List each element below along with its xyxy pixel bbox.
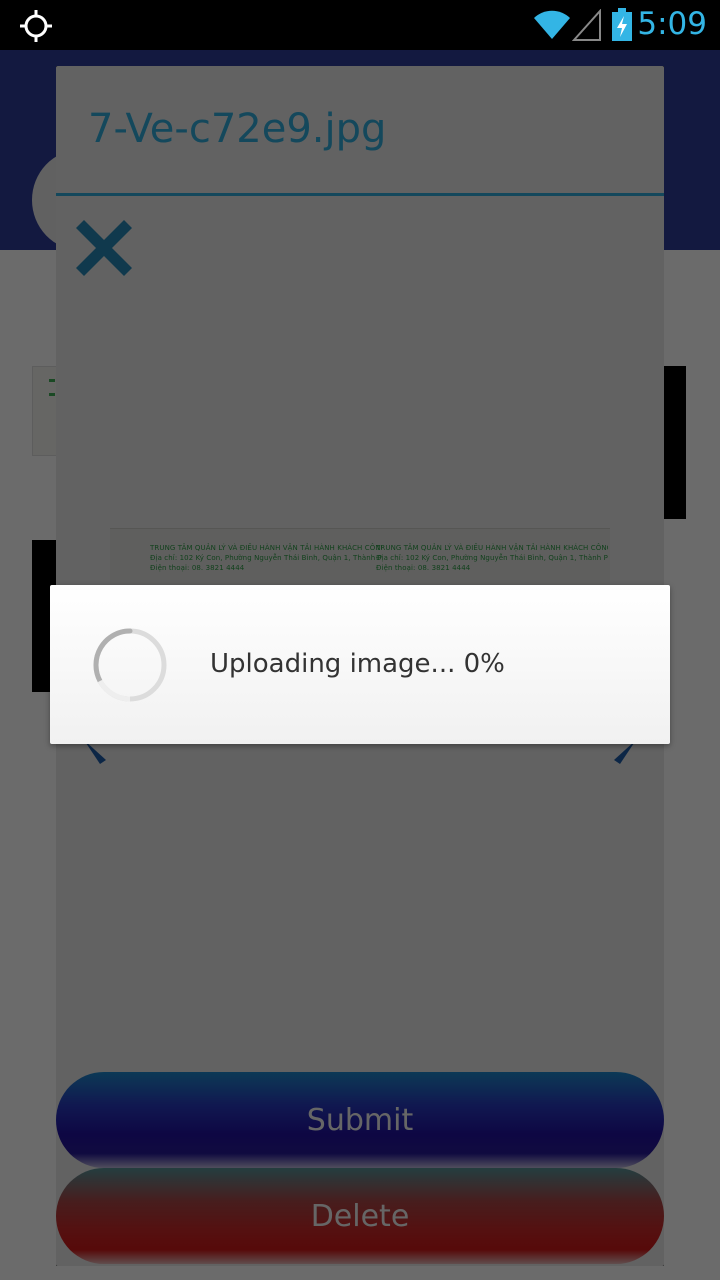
battery-charging-icon <box>612 8 632 41</box>
submit-button[interactable]: Submit <box>56 1072 664 1168</box>
wifi-icon <box>534 10 570 39</box>
delete-button[interactable]: Delete <box>56 1168 664 1264</box>
title-divider <box>56 193 664 196</box>
preview-image: TRUNG TÂM QUẢN LÝ VÀ ĐIỀU HÀNH VẬN TẢI H… <box>110 528 610 589</box>
loading-spinner-icon <box>93 628 167 702</box>
ticket-text: TRUNG TÂM QUẢN LÝ VÀ ĐIỀU HÀNH VẬN TẢI H… <box>150 544 382 572</box>
dialog-title: 7-Ve-c72e9.jpg <box>88 106 387 152</box>
signal-icon <box>572 9 601 41</box>
submit-label: Submit <box>306 1102 414 1138</box>
progress-message: Uploading image... 0% <box>210 649 505 679</box>
ticket-text: TRUNG TÂM QUẢN LÝ VÀ ĐIỀU HÀNH VẬN TẢI H… <box>376 544 608 572</box>
delete-label: Delete <box>310 1198 410 1234</box>
close-icon[interactable] <box>68 212 140 284</box>
status-bar: 5:09 <box>0 0 720 50</box>
gps-icon <box>20 10 52 42</box>
status-clock: 5:09 <box>637 6 707 42</box>
progress-dialog: Uploading image... 0% <box>50 585 670 744</box>
